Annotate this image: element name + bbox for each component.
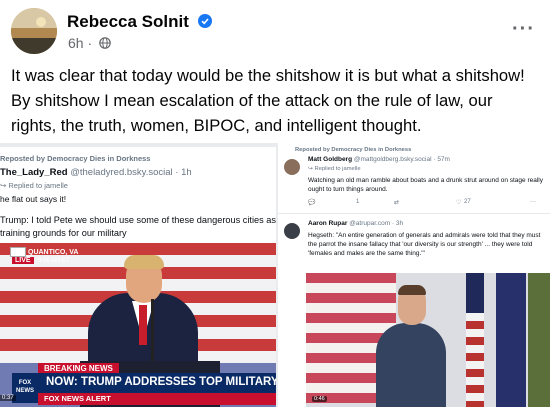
replied-to-label: ↪ Replied to jamelle — [308, 166, 361, 172]
news-video-frame: QUANTICO, VA LIVE 9:56 AM ET FOX NEWS BR… — [0, 243, 276, 407]
avatar — [284, 223, 300, 239]
like-count: 27 — [464, 199, 471, 205]
globe-icon — [99, 37, 111, 49]
reply-count: 1 — [356, 199, 360, 205]
video-timestamp: 0:46 — [312, 396, 327, 402]
reply-icon: 💬 — [308, 200, 316, 206]
embedded-post-line1: he flat out says it! — [0, 194, 67, 204]
repost-label: Reposted by Democracy Dies in Dorkness — [0, 154, 151, 163]
microphone — [151, 299, 154, 363]
embedded-video-frame: 0:46 — [306, 273, 550, 407]
divider — [278, 213, 550, 214]
post-header: Rebecca Solnit 6h · ··· — [11, 8, 541, 56]
speaker-figure — [376, 323, 446, 407]
embedded-post-time: · 1h — [175, 167, 192, 178]
live-badge: LIVE — [12, 257, 34, 264]
live-time: 9:56 AM ET — [38, 258, 70, 264]
like-icon: ♡ — [456, 200, 462, 206]
meta-separator: · — [87, 35, 93, 51]
news-chyron: NOW: TRUMP ADDRESSES TOP MILITARY LEADE — [38, 373, 276, 393]
navy-flag — [496, 273, 526, 407]
author-name-text[interactable]: Rebecca Solnit — [67, 12, 189, 31]
embedded-post-text: Watching an old man ramble about boats a… — [308, 177, 543, 193]
embedded-post-actions: 💬 1 ⇄ ♡ 27 ··· — [308, 199, 548, 209]
embedded-author: Aaron Rupar @atrupar.com · 3h — [308, 220, 403, 227]
post-meta: 6h · — [68, 35, 111, 51]
author-name[interactable]: Rebecca Solnit — [67, 12, 212, 32]
replied-to-label: ↪ Replied to jamelle — [0, 181, 68, 190]
avatar[interactable] — [11, 8, 57, 54]
repost-label: Reposted by Democracy Dies in Dorkness — [295, 147, 412, 153]
location-tag: QUANTICO, VA — [28, 249, 79, 256]
embedded-author-name: Aaron Rupar — [308, 220, 348, 227]
embedded-author: Matt Goldberg @mattgoldberg.bsky.social … — [308, 156, 450, 163]
embedded-author-handle: @atrupar.com — [349, 220, 391, 227]
service-flag — [528, 273, 550, 407]
more-options-icon[interactable]: ··· — [512, 18, 535, 41]
embedded-author: The_Lady_Red @theladyred.bsky.social · 1… — [0, 167, 192, 178]
embedded-post-time: · 3h — [391, 220, 404, 227]
attached-images[interactable]: Reposted by Democracy Dies in Dorkness T… — [0, 143, 550, 407]
left-screenshot[interactable]: Reposted by Democracy Dies in Dorkness T… — [0, 147, 276, 407]
more-icon: ··· — [530, 199, 536, 205]
post-text: It was clear that today would be the shi… — [11, 66, 525, 135]
embedded-author-handle: @mattgoldberg.bsky.social — [353, 156, 432, 163]
embedded-author-name: The_Lady_Red — [0, 167, 68, 178]
right-screenshot[interactable]: Reposted by Democracy Dies in Dorkness M… — [278, 143, 550, 407]
embedded-author-handle: @theladyred.bsky.social — [70, 167, 173, 178]
fox-alert-bar: FOX NEWS ALERT — [38, 393, 276, 405]
embedded-post-time: · 57m — [433, 156, 450, 163]
embedded-author-name: Matt Goldberg — [308, 156, 353, 163]
embedded-post-text: Hegseth: "An entire generation of genera… — [308, 232, 541, 257]
fox-news-logo: FOX NEWS — [12, 373, 38, 403]
flag-icon — [10, 247, 26, 257]
verified-badge-icon — [197, 14, 212, 28]
post-time[interactable]: 6h — [68, 35, 84, 51]
avatar — [284, 159, 300, 175]
embedded-post-line2: Trump: I told Pete we should use some of… — [0, 215, 276, 238]
repost-icon: ⇄ — [394, 200, 400, 206]
video-timestamp: 0:37 — [0, 395, 16, 401]
